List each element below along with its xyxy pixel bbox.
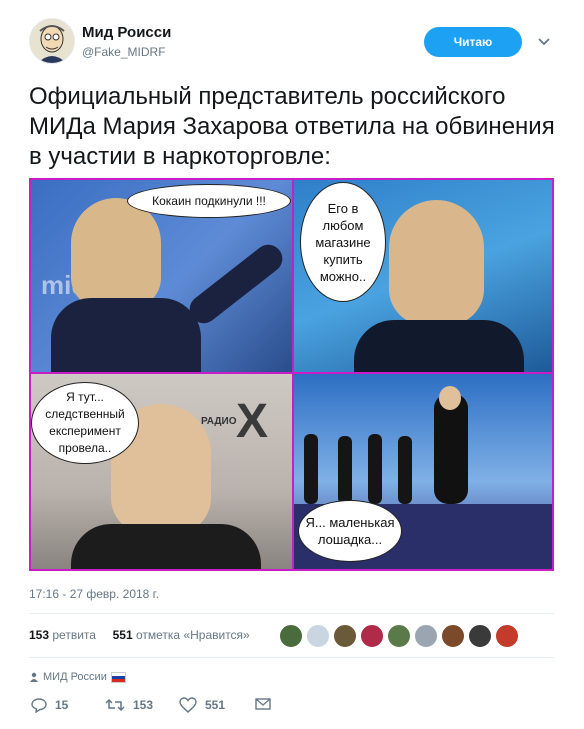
like-button[interactable]: 551 bbox=[179, 697, 225, 713]
woman-figure bbox=[434, 394, 468, 504]
avatar[interactable] bbox=[29, 18, 75, 64]
reply-icon bbox=[31, 698, 47, 713]
likes-count[interactable]: 551 bbox=[113, 628, 133, 642]
speech-bubble: Я... маленькая лошадка... bbox=[298, 500, 402, 562]
user-handle[interactable]: @Fake_MIDRF bbox=[82, 45, 166, 59]
arm-shape bbox=[184, 239, 288, 329]
backdrop-text: РАДИО bbox=[201, 416, 237, 427]
liker-avatar[interactable] bbox=[360, 624, 384, 648]
retweets-label[interactable]: ретвита bbox=[52, 628, 96, 642]
direct-message-button[interactable] bbox=[255, 697, 271, 711]
heart-icon bbox=[179, 697, 197, 713]
tweet-stats: 153 ретвита 551 отметка «Нравится» bbox=[29, 628, 250, 642]
media-panel-2: Его в любом магазине купить можно.. bbox=[294, 180, 552, 372]
media-panel-4: Я... маленькая лошадка... bbox=[294, 374, 552, 569]
liker-avatar[interactable] bbox=[495, 624, 519, 648]
like-count: 551 bbox=[205, 698, 226, 712]
person-icon bbox=[30, 672, 38, 682]
dancer-3 bbox=[368, 434, 382, 504]
retweet-icon bbox=[105, 698, 125, 712]
divider bbox=[29, 613, 554, 614]
speech-bubble: Я тут... следственный експеримент провел… bbox=[31, 382, 139, 464]
reply-button[interactable]: 15 bbox=[31, 697, 68, 713]
person-figure bbox=[389, 200, 484, 325]
russia-flag-icon bbox=[110, 671, 126, 683]
retweet-button[interactable]: 153 bbox=[105, 697, 153, 713]
person-figure bbox=[71, 198, 161, 308]
tweet-timestamp[interactable]: 17:16 - 27 февр. 2018 г. bbox=[29, 587, 159, 601]
caricature-avatar-icon bbox=[30, 19, 74, 63]
dancer-2 bbox=[338, 436, 352, 504]
logo-x-shape: X bbox=[236, 395, 269, 448]
dancer-1 bbox=[304, 434, 318, 504]
person-body bbox=[71, 524, 261, 569]
liker-avatar[interactable] bbox=[414, 624, 438, 648]
media-panel-3: РАДИО X Я тут... следственный експеримен… bbox=[31, 374, 292, 569]
media-panel-1: mid Кокаин подкинули !!! bbox=[31, 180, 292, 372]
woman-head bbox=[439, 386, 461, 410]
liker-avatar[interactable] bbox=[333, 624, 357, 648]
liker-avatar[interactable] bbox=[279, 624, 303, 648]
speech-bubble: Его в любом магазине купить можно.. bbox=[300, 182, 386, 302]
dancer-4 bbox=[398, 436, 412, 504]
reply-count: 15 bbox=[55, 698, 69, 712]
liker-avatar[interactable] bbox=[468, 624, 492, 648]
retweet-count: 153 bbox=[133, 698, 154, 712]
related-account[interactable]: МИД России bbox=[29, 671, 126, 683]
person-body bbox=[51, 298, 201, 372]
following-button[interactable]: Читаю bbox=[424, 27, 522, 57]
divider bbox=[29, 657, 554, 658]
liker-avatar[interactable] bbox=[441, 624, 465, 648]
retweets-count[interactable]: 153 bbox=[29, 628, 49, 642]
tweet-media[interactable]: mid Кокаин подкинули !!! Его в любом маг… bbox=[29, 178, 554, 571]
speech-bubble: Кокаин подкинули !!! bbox=[127, 184, 291, 218]
liker-avatar[interactable] bbox=[387, 624, 411, 648]
person-body bbox=[354, 320, 524, 372]
chevron-down-icon[interactable] bbox=[537, 34, 551, 52]
liker-avatar[interactable] bbox=[306, 624, 330, 648]
tweet-text: Официальный представитель российского МИ… bbox=[29, 83, 555, 170]
likes-label[interactable]: отметка «Нравится» bbox=[136, 628, 250, 642]
related-account-name[interactable]: МИД России bbox=[43, 671, 107, 683]
display-name[interactable]: Мид Роисси bbox=[82, 24, 171, 41]
envelope-icon bbox=[255, 698, 271, 710]
